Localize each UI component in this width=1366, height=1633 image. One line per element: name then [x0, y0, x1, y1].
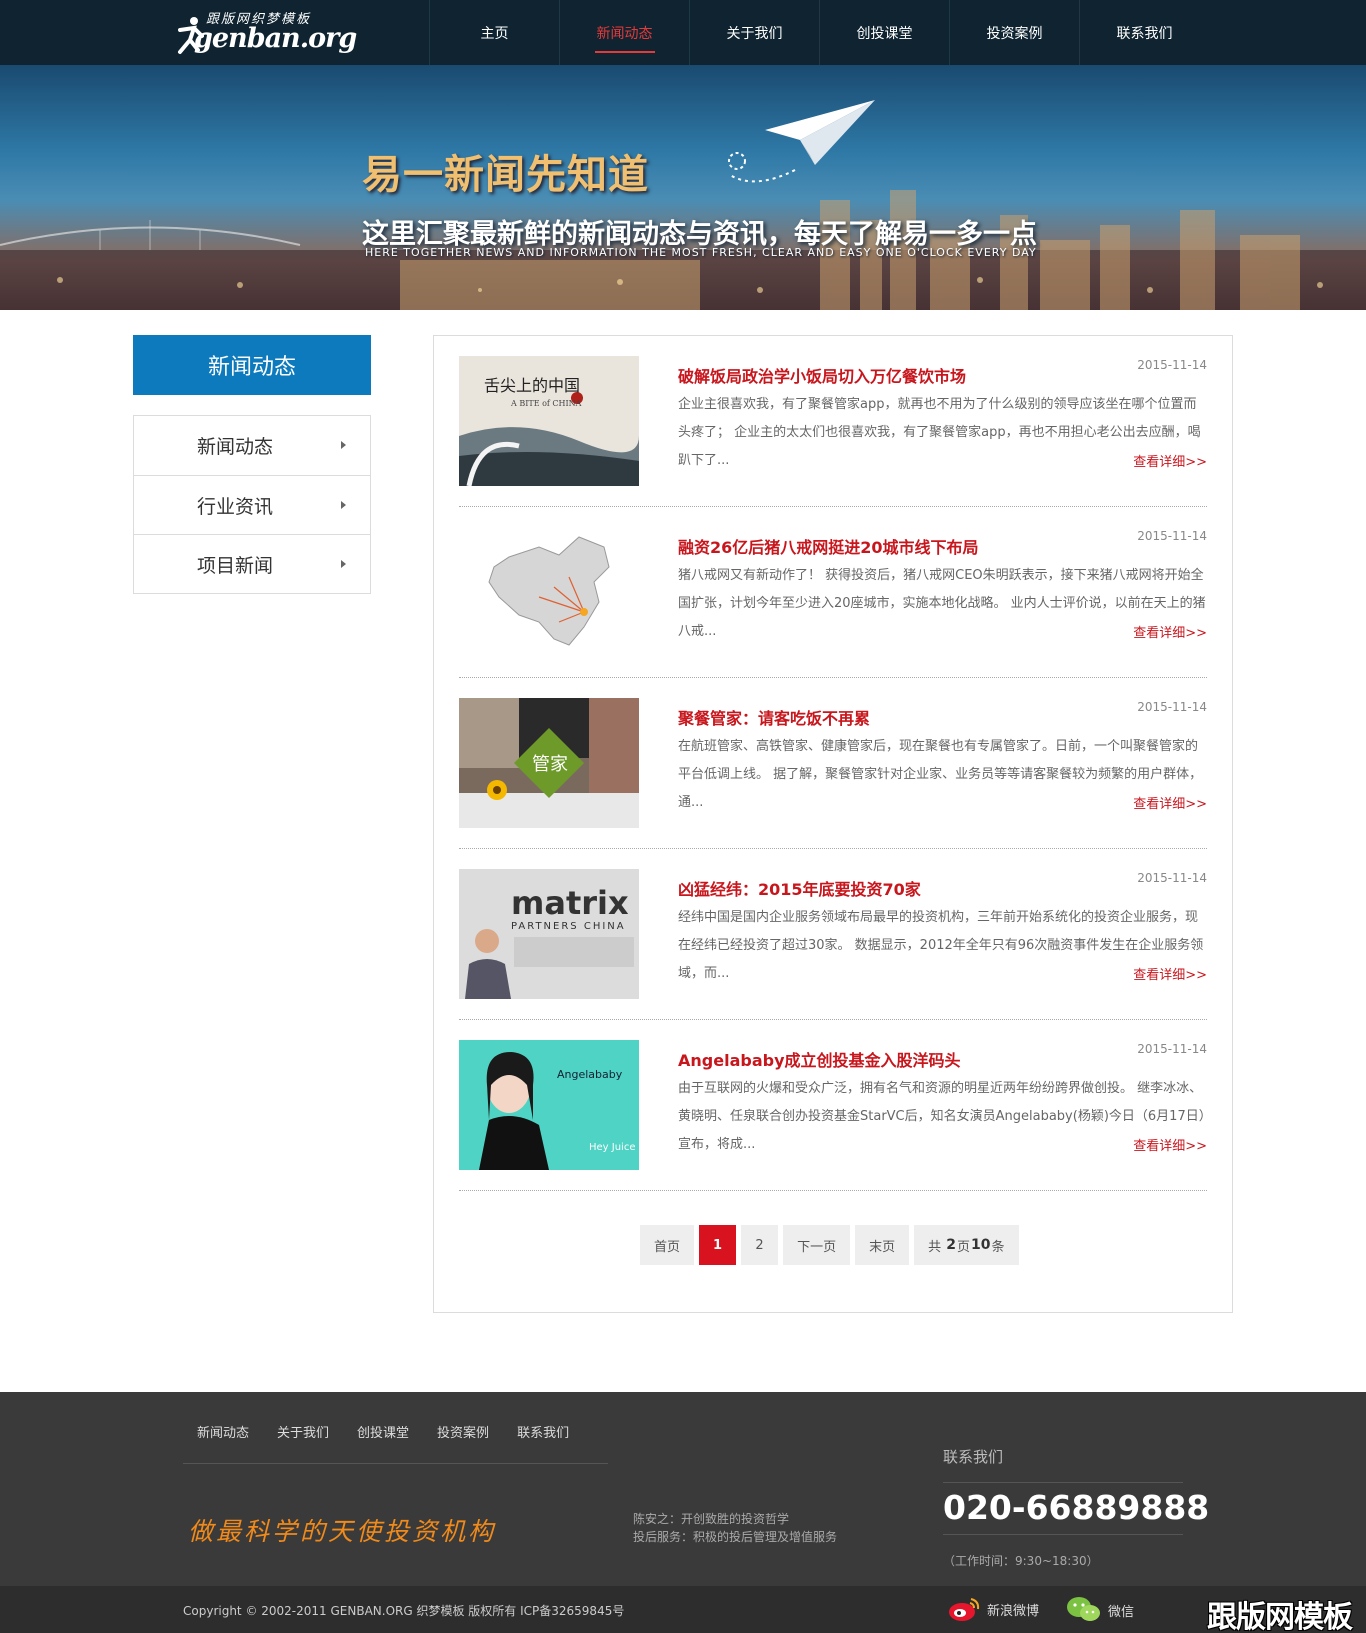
footer-slogan: 做最科学的天使投资机构 — [188, 1517, 497, 1546]
svg-text:管家: 管家 — [532, 754, 568, 775]
sidebar-menu: 新闻动态 行业资讯 项目新闻 — [133, 415, 371, 594]
sidebar-title: 新闻动态 — [133, 335, 371, 395]
footer-link-cases[interactable]: 投资案例 — [423, 1422, 503, 1463]
site-watermark: 跟版网模板 — [1207, 1600, 1353, 1633]
header: 跟版网织梦模板 genban.org 主页 新闻动态 关于我们 创投课堂 投资案… — [0, 0, 1366, 65]
banner-title: 易一新闻先知道 — [362, 152, 649, 198]
contact-label: 联系我们 — [943, 1448, 1004, 1466]
news-title-link[interactable]: 凶猛经纬：2015年底要投资70家 — [678, 876, 921, 900]
divider — [943, 1482, 1183, 1483]
read-more-link[interactable]: 查看详细>> — [1133, 622, 1207, 641]
news-summary: 猪八戒网又有新动作了！ 获得投资后，猪八戒网CEO朱明跃表示，接下来猪八戒网将开… — [678, 568, 1206, 639]
nav-news[interactable]: 新闻动态 — [559, 0, 689, 65]
footer: 新闻动态 关于我们 创投课堂 投资案例 联系我们 做最科学的天使投资机构 陈安之… — [0, 1392, 1366, 1586]
news-title-link[interactable]: 融资26亿后猪八戒网挺进20城市线下布局 — [678, 534, 979, 558]
svg-text:PARTNERS CHINA: PARTNERS CHINA — [511, 921, 626, 932]
caret-right-icon — [341, 441, 346, 449]
news-date: 2015-11-14 — [1137, 529, 1207, 543]
page-first[interactable]: 首页 — [640, 1225, 695, 1265]
read-more-link[interactable]: 查看详细>> — [1133, 964, 1207, 983]
news-list-panel: 舌尖上的中国 A BITE of CHINA 破解饭局政治学小饭局切入万亿餐饮市… — [433, 335, 1233, 1313]
page-2[interactable]: 2 — [741, 1225, 779, 1265]
weibo-label: 新浪微博 — [987, 1603, 1040, 1619]
news-summary: 在航班管家、高铁管家、健康管家后，现在聚餐也有专属管家了。日前，一个叫聚餐管家的… — [678, 739, 1203, 810]
sidebar-item-label: 新闻动态 — [197, 436, 274, 458]
bottom-bar: Copyright © 2002-2011 GENBAN.ORG 织梦模板 版权… — [0, 1586, 1366, 1633]
dining-butler-image: 管家 — [459, 698, 639, 828]
pagination: 首页 1 2 下一页 末页 共 2 页 10 条 — [640, 1225, 1019, 1265]
news-summary: 企业主很喜欢我，有了聚餐管家app，就再也不用为了什么级别的领导应该坐在哪个位置… — [678, 397, 1201, 468]
main-nav: 主页 新闻动态 关于我们 创投课堂 投资案例 联系我们 — [429, 0, 1209, 65]
page-last[interactable]: 末页 — [855, 1225, 910, 1265]
news-title-link[interactable]: 聚餐管家：请客吃饭不再累 — [678, 705, 870, 729]
svg-text:matrix: matrix — [511, 884, 629, 922]
news-summary: 由于互联网的火爆和受众广泛，拥有名气和资源的明星近两年纷纷跨界做创投。 继李冰冰… — [678, 1081, 1206, 1152]
contact-phone: 020-66889888 — [943, 1488, 1210, 1527]
banner-english: Here together news and information the m… — [365, 246, 1037, 259]
footer-link-classroom[interactable]: 创投课堂 — [343, 1422, 423, 1463]
copyright: Copyright © 2002-2011 GENBAN.ORG 织梦模板 版权… — [183, 1604, 625, 1618]
sidebar-item-projects[interactable]: 项目新闻 — [134, 534, 370, 593]
nav-home[interactable]: 主页 — [429, 0, 559, 65]
news-title-link[interactable]: Angelababy成立创投基金入股洋码头 — [678, 1047, 961, 1071]
news-summary: 经纬中国是国内企业服务领域布局最早的投资机构，三年前开始系统化的投资企业服务，现… — [678, 910, 1204, 981]
news-thumbnail[interactable]: Angelababy Hey Juice — [459, 1040, 639, 1170]
news-item: 舌尖上的中国 A BITE of CHINA 破解饭局政治学小饭局切入万亿餐饮市… — [459, 336, 1207, 507]
sidebar-item-label: 行业资讯 — [197, 495, 274, 518]
svg-text:A BITE of CHINA: A BITE of CHINA — [510, 399, 582, 408]
nav-about[interactable]: 关于我们 — [689, 0, 819, 65]
divider — [943, 1534, 1183, 1535]
news-item: 融资26亿后猪八戒网挺进20城市线下布局 2015-11-14 猪八戒网又有新动… — [459, 507, 1207, 678]
news-date: 2015-11-14 — [1137, 358, 1207, 372]
footer-taglines: 陈安之：开创致胜的投资哲学 投后服务：积极的投后管理及增值服务 — [633, 1512, 838, 1544]
paper-plane-icon — [728, 100, 875, 183]
read-more-link[interactable]: 查看详细>> — [1133, 451, 1207, 470]
footer-link-contact[interactable]: 联系我们 — [503, 1422, 583, 1463]
news-title-link[interactable]: 破解饭局政治学小饭局切入万亿餐饮市场 — [678, 363, 966, 387]
svg-text:Hey Juice: Hey Juice — [589, 1142, 635, 1153]
news-date: 2015-11-14 — [1137, 700, 1207, 714]
footer-nav: 新闻动态 关于我们 创投课堂 投资案例 联系我们 — [183, 1422, 608, 1464]
wechat-label: 微信 — [1108, 1604, 1135, 1620]
sidebar-item-label: 项目新闻 — [197, 554, 274, 577]
sidebar-item-news[interactable]: 新闻动态 — [134, 416, 370, 475]
news-thumbnail[interactable]: matrix PARTNERS CHINA — [459, 869, 639, 999]
page-1[interactable]: 1 — [699, 1225, 737, 1265]
nav-cases[interactable]: 投资案例 — [949, 0, 1079, 65]
news-item: matrix PARTNERS CHINA 凶猛经纬：2015年底要投资70家 … — [459, 849, 1207, 1020]
hey-juice-image: Angelababy Hey Juice — [459, 1040, 639, 1170]
china-map-image — [459, 527, 639, 657]
news-item: Angelababy Hey Juice Angelababy成立创投基金入股洋… — [459, 1020, 1207, 1191]
caret-right-icon — [341, 560, 346, 568]
wechat-link[interactable]: 微信 — [1066, 1596, 1134, 1624]
page-total: 共 2 页 10 条 — [914, 1225, 1019, 1265]
footer-link-news[interactable]: 新闻动态 — [183, 1422, 263, 1463]
matrix-partners-image: matrix PARTNERS CHINA — [459, 869, 639, 999]
svg-text:舌尖上的中国: 舌尖上的中国 — [484, 376, 580, 395]
weibo-link[interactable]: 新浪微博 — [947, 1596, 1039, 1622]
read-more-link[interactable]: 查看详细>> — [1133, 1135, 1207, 1154]
wechat-icon — [1067, 1597, 1100, 1621]
news-thumbnail[interactable]: 管家 — [459, 698, 639, 828]
working-hours: （工作时间：9:30~18:30） — [943, 1554, 1099, 1568]
logo-text: genban.org — [194, 23, 357, 54]
news-banner: 易一新闻先知道 这里汇聚最新鲜的新闻动态与资讯，每天了解易一多一点 Here t… — [0, 65, 1366, 310]
svg-text:Angelababy: Angelababy — [557, 1068, 623, 1081]
news-date: 2015-11-14 — [1137, 1042, 1207, 1056]
page-next[interactable]: 下一页 — [783, 1225, 851, 1265]
sidebar-item-industry[interactable]: 行业资讯 — [134, 475, 370, 534]
footer-link-about[interactable]: 关于我们 — [263, 1422, 343, 1463]
news-thumbnail[interactable] — [459, 527, 639, 657]
news-date: 2015-11-14 — [1137, 871, 1207, 885]
caret-right-icon — [341, 501, 346, 509]
news-item: 管家 聚餐管家：请客吃饭不再累 2015-11-14 在航班管家、高铁管家、健康… — [459, 678, 1207, 849]
read-more-link[interactable]: 查看详细>> — [1133, 793, 1207, 812]
nav-classroom[interactable]: 创投课堂 — [819, 0, 949, 65]
site-logo[interactable]: 跟版网织梦模板 genban.org — [176, 6, 357, 58]
news-thumbnail[interactable]: 舌尖上的中国 A BITE of CHINA — [459, 356, 639, 486]
nav-contact[interactable]: 联系我们 — [1079, 0, 1209, 65]
bite-of-china-image: 舌尖上的中国 A BITE of CHINA — [459, 356, 639, 486]
weibo-icon — [949, 1598, 980, 1621]
